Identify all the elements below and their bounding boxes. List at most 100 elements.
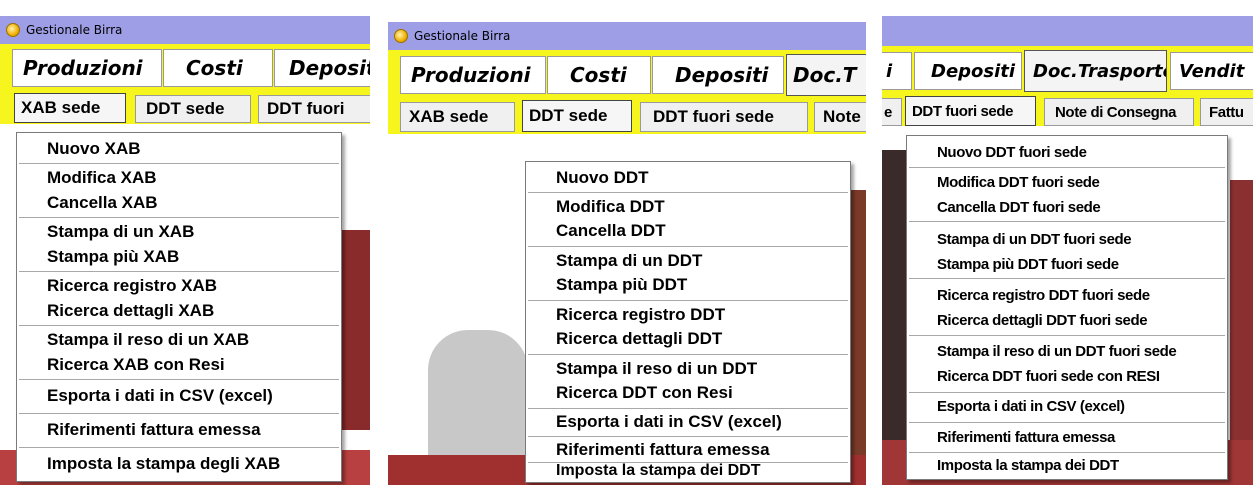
subtab-note[interactable]: Note	[814, 102, 866, 132]
subtab-label: DDT sede	[146, 99, 225, 118]
background-artwork	[428, 330, 528, 470]
tab-partial-left[interactable]: i	[882, 52, 912, 90]
subtab-note-consegna[interactable]: Note di Consegna	[1044, 98, 1194, 126]
tab-vendite[interactable]: Vendit	[1170, 52, 1253, 90]
tab-doc-trasporto[interactable]: Doc.Trasporto	[1024, 50, 1167, 92]
menu-separator	[909, 278, 1225, 280]
app-icon	[6, 23, 20, 37]
window-title: Gestionale Birra	[414, 29, 511, 43]
menu-item-ricerca-resi[interactable]: Ricerca DDT fuori sede con RESI	[937, 368, 1221, 385]
dropdown-menu: Nuovo DDT Modifica DDT Cancella DDT Stam…	[525, 161, 851, 483]
menu-separator	[909, 335, 1225, 337]
menu-item-imposta-stampa[interactable]: Imposta la stampa dei DDT	[556, 462, 844, 480]
menu-item-stampa-reso[interactable]: Stampa il reso di un DDT fuori sede	[937, 343, 1221, 360]
menu-separator	[19, 163, 339, 165]
menu-item-ricerca-registro[interactable]: Ricerca registro XAB	[47, 276, 335, 296]
menu-separator	[909, 422, 1225, 424]
subtab-fatture[interactable]: Fattu	[1200, 98, 1253, 126]
dropdown-menu: Nuovo DDT fuori sede Modifica DDT fuori …	[906, 135, 1228, 480]
menu-item-modifica[interactable]: Modifica DDT fuori sede	[937, 174, 1221, 191]
menu-item-ricerca-dettagli[interactable]: Ricerca dettagli DDT fuori sede	[937, 312, 1221, 329]
menu-separator	[528, 408, 848, 410]
menu-item-ricerca-resi[interactable]: Ricerca DDT con Resi	[556, 383, 844, 403]
menu-item-riferimenti-fattura[interactable]: Riferimenti fattura emessa	[556, 440, 844, 460]
menu-item-nuovo[interactable]: Nuovo XAB	[47, 139, 335, 159]
tab-produzioni[interactable]: Produzioni	[12, 49, 162, 87]
subtab-label: DDT fuori	[267, 99, 345, 118]
menu-item-ricerca-dettagli[interactable]: Ricerca dettagli XAB	[47, 301, 335, 321]
app-icon	[394, 29, 408, 43]
window-title: Gestionale Birra	[26, 23, 123, 37]
subtab-ddt-sede[interactable]: DDT sede	[522, 100, 632, 132]
menu-item-ricerca-resi[interactable]: Ricerca XAB con Resi	[47, 355, 335, 375]
subtab-label: Note di Consegna	[1055, 103, 1177, 121]
subtab-label: Fattu	[1209, 103, 1244, 121]
screenshot-panel-1: Gestionale Birra Produzioni Costi Deposi…	[0, 0, 370, 485]
menu-separator	[528, 354, 848, 356]
subtab-ddt-fuori-sede[interactable]: DDT fuori sede	[640, 102, 808, 132]
menu-item-cancella[interactable]: Cancella XAB	[47, 193, 335, 213]
menu-item-riferimenti-fattura[interactable]: Riferimenti fattura emessa	[937, 429, 1221, 446]
dropdown-menu: Nuovo XAB Modifica XAB Cancella XAB Stam…	[16, 132, 342, 482]
menu-item-imposta-stampa[interactable]: Imposta la stampa dei DDT	[937, 457, 1221, 474]
menu-item-nuovo[interactable]: Nuovo DDT fuori sede	[937, 144, 1221, 161]
menu-item-modifica[interactable]: Modifica XAB	[47, 168, 335, 188]
menu-separator	[19, 217, 339, 219]
subtab-label: DDT fuori sede	[653, 107, 774, 126]
subtab-label: Note	[823, 107, 861, 126]
menu-item-ricerca-dettagli[interactable]: Ricerca dettagli DDT	[556, 329, 844, 349]
subtab-label: DDT fuori sede	[912, 102, 1014, 120]
window-titlebar: Gestionale Birra	[388, 22, 866, 50]
tab-costi[interactable]: Costi	[547, 56, 651, 94]
menu-item-stampa-uno[interactable]: Stampa di un DDT fuori sede	[937, 231, 1221, 248]
subtab-partial-left[interactable]: e	[882, 98, 902, 126]
menu-item-ricerca-registro[interactable]: Ricerca registro DDT fuori sede	[937, 287, 1221, 304]
subtab-ddt-sede[interactable]: DDT sede	[135, 95, 251, 123]
menu-separator	[19, 379, 339, 381]
subtab-xab-sede[interactable]: XAB sede	[14, 93, 126, 123]
tab-doc-trasporto[interactable]: Doc.T	[786, 54, 866, 96]
menu-item-stampa-piu[interactable]: Stampa più DDT	[556, 275, 844, 295]
menu-item-stampa-reso[interactable]: Stampa il reso di un DDT	[556, 359, 844, 379]
menu-item-esporta-csv[interactable]: Esporta i dati in CSV (excel)	[47, 386, 335, 406]
menu-item-imposta-stampa[interactable]: Imposta la stampa degli XAB	[47, 454, 335, 474]
menu-separator	[909, 452, 1225, 454]
subtab-ddt-fuori[interactable]: DDT fuori	[258, 95, 370, 123]
menu-separator	[909, 167, 1225, 169]
menu-item-ricerca-registro[interactable]: Ricerca registro DDT	[556, 305, 844, 325]
window-titlebar	[882, 16, 1253, 46]
subtab-ddt-fuori-sede[interactable]: DDT fuori sede	[905, 96, 1036, 126]
menu-separator	[528, 300, 848, 302]
tab-depositi[interactable]: Depositi	[652, 56, 784, 94]
subtab-label: XAB sede	[21, 98, 101, 117]
subtab-label: e	[884, 103, 892, 121]
menu-item-riferimenti-fattura[interactable]: Riferimenti fattura emessa	[47, 420, 335, 440]
tab-costi[interactable]: Costi	[163, 49, 273, 87]
menu-separator	[19, 271, 339, 273]
tab-depositi[interactable]: Depositi	[914, 52, 1022, 90]
menu-item-esporta-csv[interactable]: Esporta i dati in CSV (excel)	[937, 398, 1221, 415]
menu-item-esporta-csv[interactable]: Esporta i dati in CSV (excel)	[556, 412, 844, 432]
menu-item-stampa-uno[interactable]: Stampa di un XAB	[47, 222, 335, 242]
subtab-label: DDT sede	[529, 106, 608, 125]
tab-depositi[interactable]: Depositi	[274, 49, 370, 87]
menu-separator	[909, 221, 1225, 223]
menu-item-stampa-piu[interactable]: Stampa più XAB	[47, 247, 335, 267]
background-artwork	[850, 190, 866, 480]
menu-separator	[909, 392, 1225, 394]
screenshot-panel-3: i Depositi Doc.Trasporto Vendit e DDT fu…	[882, 0, 1253, 485]
menu-item-nuovo[interactable]: Nuovo DDT	[556, 168, 844, 188]
menu-item-modifica[interactable]: Modifica DDT	[556, 197, 844, 217]
tab-produzioni[interactable]: Produzioni	[400, 56, 546, 94]
screenshot-panel-2: Gestionale Birra Produzioni Costi Deposi…	[388, 0, 866, 485]
menu-item-cancella[interactable]: Cancella DDT	[556, 221, 844, 241]
menu-item-stampa-piu[interactable]: Stampa più DDT fuori sede	[937, 256, 1221, 273]
menu-separator	[19, 413, 339, 415]
menu-separator	[528, 436, 848, 438]
menu-item-stampa-reso[interactable]: Stampa il reso di un XAB	[47, 330, 335, 350]
menu-item-cancella[interactable]: Cancella DDT fuori sede	[937, 199, 1221, 216]
menu-item-stampa-uno[interactable]: Stampa di un DDT	[556, 251, 844, 271]
menu-separator	[528, 246, 848, 248]
menu-separator	[19, 447, 339, 449]
subtab-xab-sede[interactable]: XAB sede	[400, 102, 515, 132]
